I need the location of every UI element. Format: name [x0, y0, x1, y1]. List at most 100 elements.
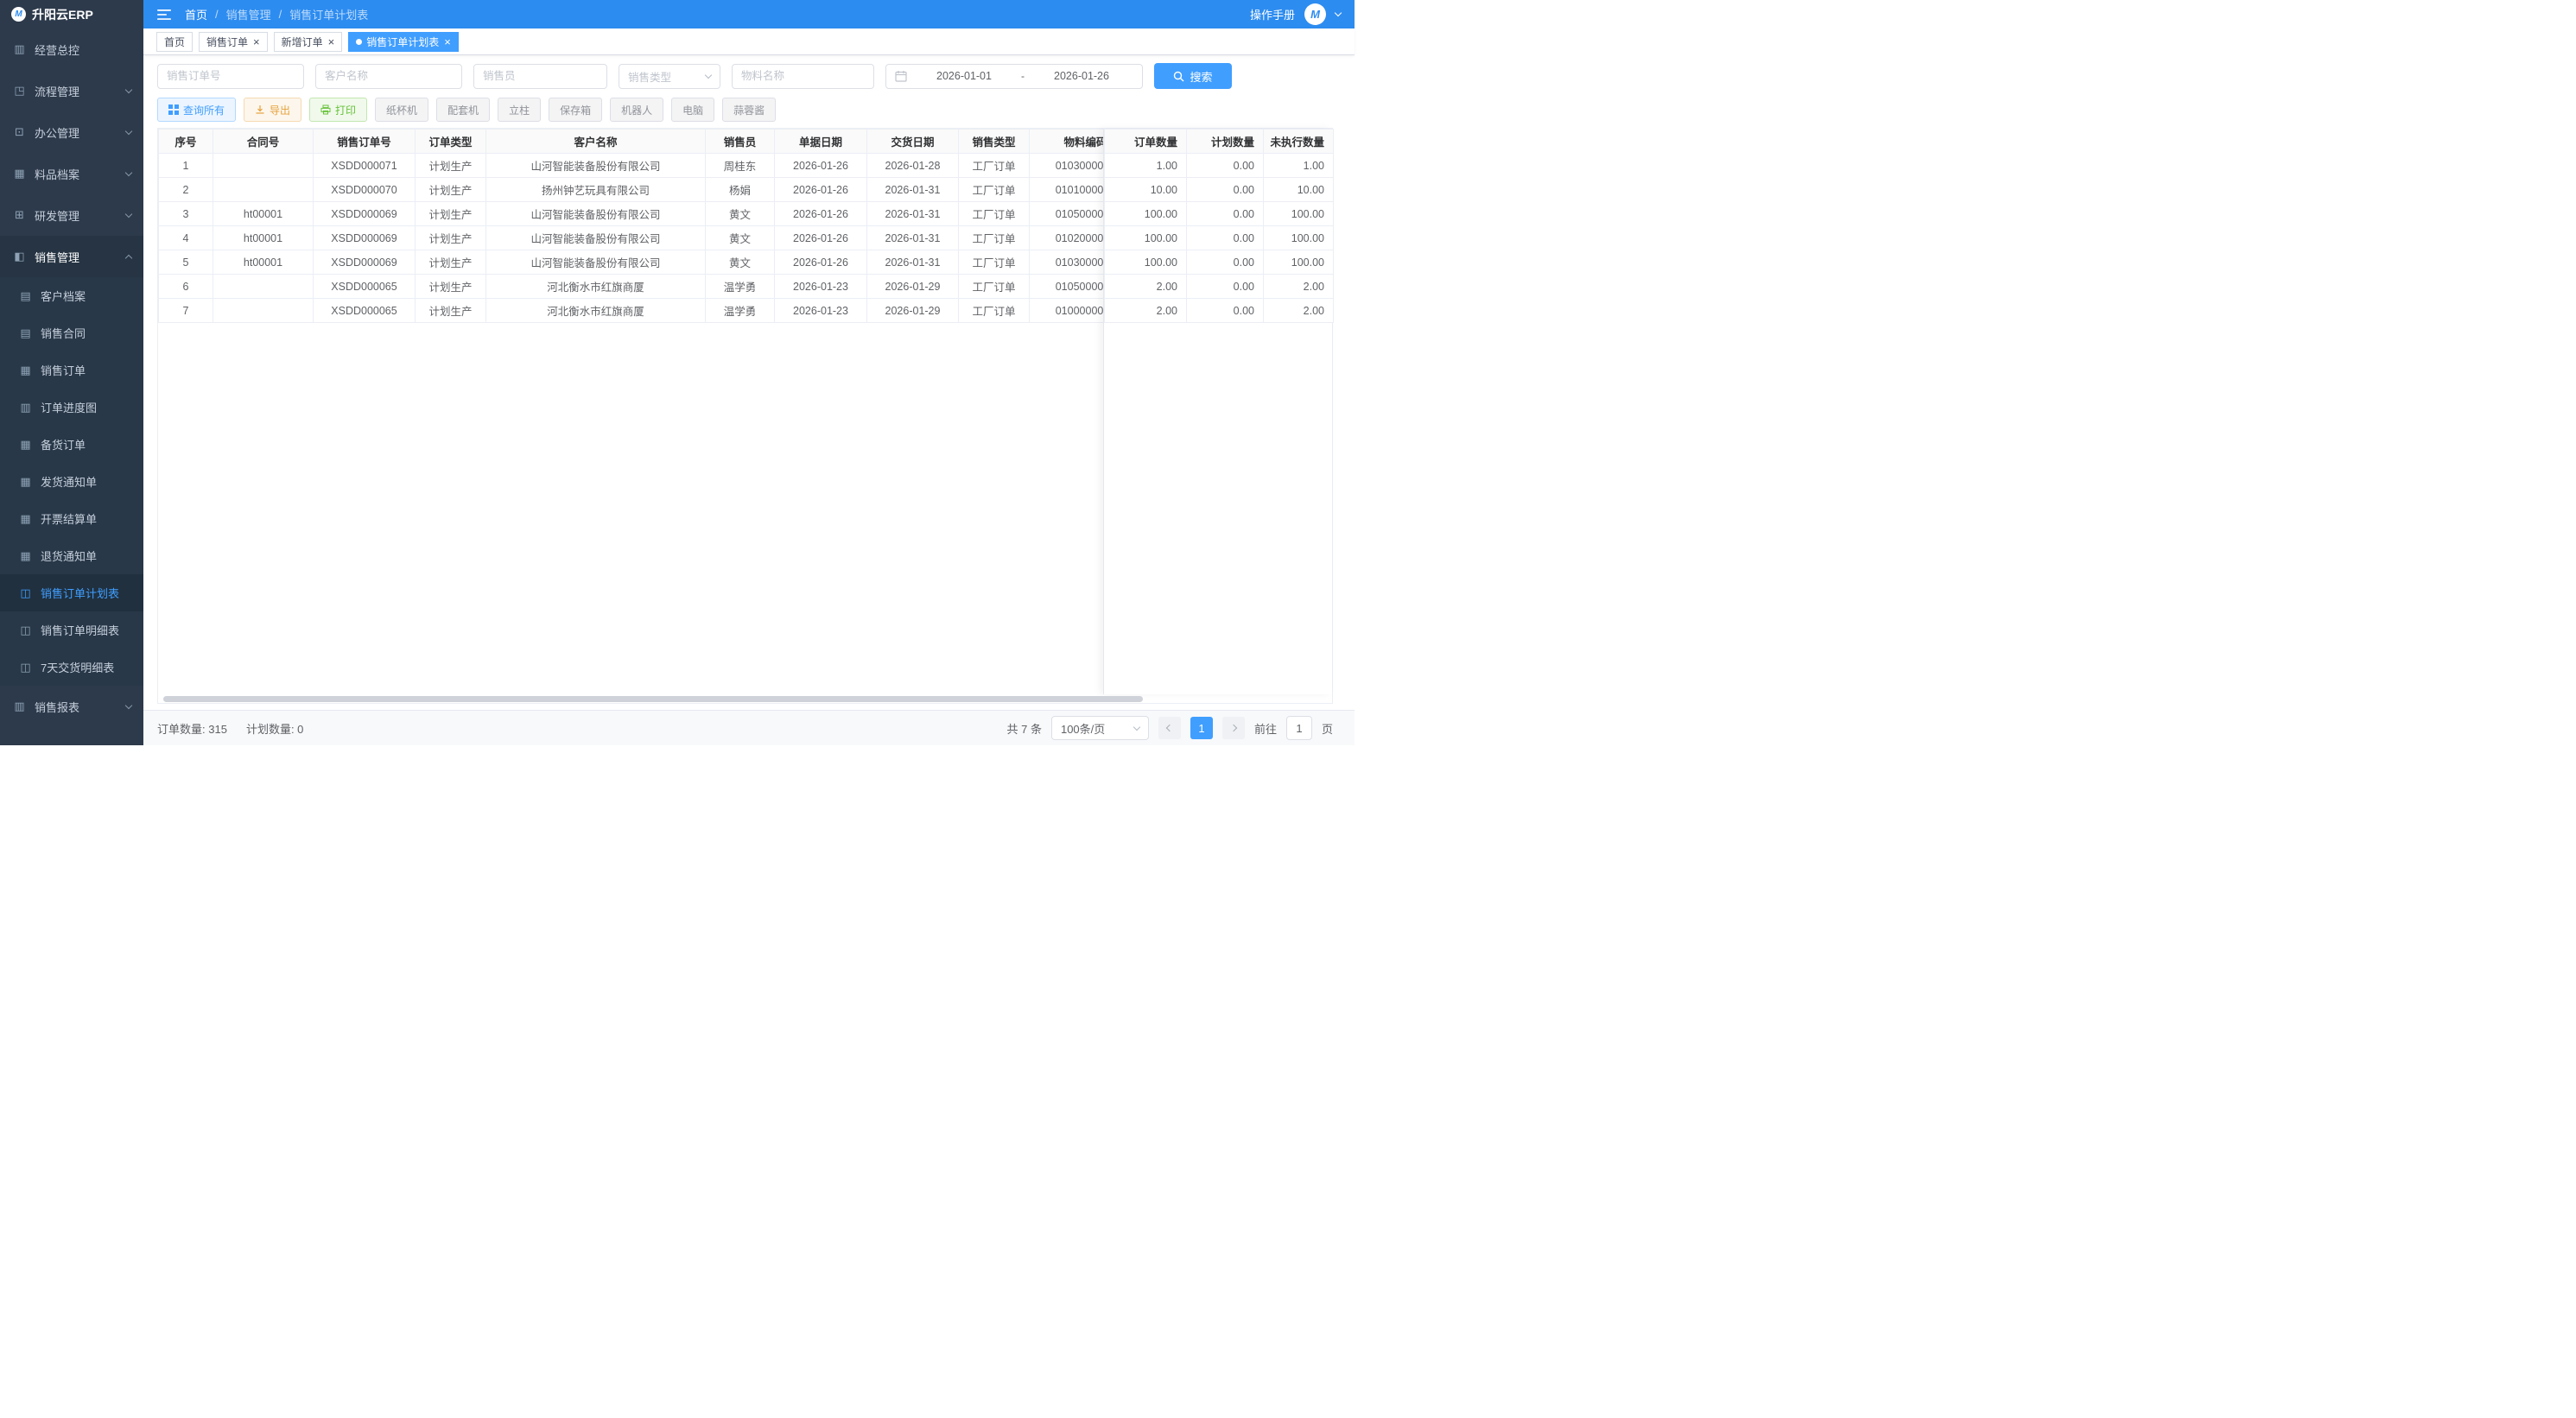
- breadcrumb-home[interactable]: 首页: [185, 6, 207, 22]
- cell-order-type: 计划生产: [416, 275, 486, 299]
- top-header: 首页 / 销售管理 / 销售订单计划表 操作手册 M: [143, 0, 1355, 28]
- tab-close-icon[interactable]: ×: [328, 36, 335, 47]
- manual-link[interactable]: 操作手册: [1250, 6, 1295, 22]
- bar-chart-icon: ▥: [12, 700, 27, 713]
- horizontal-scrollbar[interactable]: [163, 696, 1143, 702]
- user-avatar[interactable]: M: [1304, 3, 1326, 25]
- search-icon: [1173, 71, 1184, 82]
- sale-type-select[interactable]: 销售类型: [619, 64, 720, 89]
- sidebar-subitem[interactable]: ▤销售合同: [0, 314, 143, 351]
- chevron-down-icon: [125, 168, 132, 175]
- order-no-input[interactable]: [157, 64, 304, 89]
- sidebar: M 升阳云ERP ▥经营总控◳流程管理⊡办公管理▦料品档案⊞研发管理◧销售管理▤…: [0, 0, 143, 745]
- sidebar-subitem[interactable]: ▦备货订单: [0, 426, 143, 463]
- sidebar-item-label: 销售管理: [35, 249, 79, 265]
- table-row[interactable]: 3ht00001XSDD000069计划生产山河智能装备股份有限公司黄文2026…: [159, 202, 1142, 226]
- page-size-select[interactable]: 100条/页: [1051, 716, 1149, 740]
- cell-salesman: 杨娟: [706, 178, 775, 202]
- sidebar-subitem-label: 开票结算单: [41, 510, 97, 527]
- table-row[interactable]: 5ht00001XSDD000069计划生产山河智能装备股份有限公司黄文2026…: [159, 250, 1142, 275]
- page-number-button[interactable]: 1: [1190, 717, 1213, 739]
- date-separator: -: [1021, 70, 1025, 82]
- tab[interactable]: 首页: [156, 32, 193, 52]
- table-row[interactable]: 100.000.00100.00: [1105, 226, 1334, 250]
- column-header[interactable]: 销售订单号: [314, 130, 416, 154]
- date-range-picker[interactable]: 2026-01-01 - 2026-01-26: [885, 64, 1143, 89]
- cell-salesman: 温学勇: [706, 275, 775, 299]
- table-row[interactable]: 2.000.002.00: [1105, 275, 1334, 299]
- column-header[interactable]: 合同号: [213, 130, 314, 154]
- next-page-button[interactable]: [1222, 717, 1245, 739]
- product-filter-button[interactable]: 电脑: [671, 98, 714, 122]
- filter-bar: 销售类型 2026-01-01 - 2026-01-26 搜索: [143, 55, 1355, 94]
- product-filter-button[interactable]: 立柱: [498, 98, 541, 122]
- table-row[interactable]: 7XSDD000065计划生产河北衡水市红旗商厦温学勇2026-01-23202…: [159, 299, 1142, 323]
- tab-close-icon[interactable]: ×: [253, 36, 260, 47]
- sidebar-subitem[interactable]: ◫7天交货明细表: [0, 649, 143, 686]
- product-filter-button[interactable]: 纸杯机: [375, 98, 428, 122]
- active-tab-dot-icon: [356, 39, 362, 45]
- prev-page-button[interactable]: [1158, 717, 1181, 739]
- cell-customer: 山河智能装备股份有限公司: [486, 226, 706, 250]
- column-header[interactable]: 交货日期: [867, 130, 959, 154]
- sidebar-item-dashboard[interactable]: ▥经营总控: [0, 28, 143, 70]
- date-start-value[interactable]: 2026-01-01: [912, 70, 1016, 82]
- goto-page-input[interactable]: 1: [1286, 716, 1312, 740]
- column-header[interactable]: 未执行数量: [1264, 130, 1334, 154]
- table-row[interactable]: 2.000.002.00: [1105, 299, 1334, 323]
- product-filter-button[interactable]: 配套机: [436, 98, 490, 122]
- column-header[interactable]: 单据日期: [775, 130, 867, 154]
- sidebar-subitem[interactable]: ◫销售订单明细表: [0, 611, 143, 649]
- table-row[interactable]: 10.000.0010.00: [1105, 178, 1334, 202]
- tab[interactable]: 销售订单×: [199, 32, 268, 52]
- search-button[interactable]: 搜索: [1154, 63, 1232, 89]
- tab-close-icon[interactable]: ×: [444, 36, 451, 47]
- breadcrumb-item[interactable]: 销售管理: [226, 6, 271, 22]
- menu-toggle-icon[interactable]: [157, 9, 171, 21]
- column-header[interactable]: 销售类型: [959, 130, 1030, 154]
- sidebar-subitem[interactable]: ▦退货通知单: [0, 537, 143, 574]
- tab[interactable]: 销售订单计划表×: [348, 32, 459, 52]
- table-row[interactable]: 6XSDD000065计划生产河北衡水市红旗商厦温学勇2026-01-23202…: [159, 275, 1142, 299]
- product-filter-button[interactable]: 机器人: [610, 98, 663, 122]
- column-header[interactable]: 序号: [159, 130, 213, 154]
- sidebar-subitem[interactable]: ▤客户档案: [0, 277, 143, 314]
- table-row[interactable]: 4ht00001XSDD000069计划生产山河智能装备股份有限公司黄文2026…: [159, 226, 1142, 250]
- sidebar-subitem[interactable]: ▦发货通知单: [0, 463, 143, 500]
- tab[interactable]: 新增订单×: [274, 32, 343, 52]
- product-filter-button[interactable]: 保存箱: [549, 98, 602, 122]
- cell-contract: [213, 154, 314, 178]
- cell-order-qty: 2.00: [1105, 299, 1187, 323]
- chevron-right-icon: [1230, 725, 1237, 731]
- sidebar-subitem[interactable]: ▦销售订单: [0, 351, 143, 389]
- table-row[interactable]: 100.000.00100.00: [1105, 202, 1334, 226]
- sidebar-item-rnd[interactable]: ⊞研发管理: [0, 194, 143, 236]
- print-button[interactable]: 打印: [309, 98, 367, 122]
- product-filter-button[interactable]: 蒜蓉酱: [722, 98, 776, 122]
- customer-input[interactable]: [315, 64, 462, 89]
- sidebar-item-office[interactable]: ⊡办公管理: [0, 111, 143, 153]
- table-row[interactable]: 1XSDD000071计划生产山河智能装备股份有限公司周桂东2026-01-26…: [159, 154, 1142, 178]
- plan-qty-summary: 计划数量: 0: [246, 720, 303, 737]
- table-row[interactable]: 100.000.00100.00: [1105, 250, 1334, 275]
- sidebar-item-sales-report[interactable]: ▥销售报表: [0, 686, 143, 727]
- column-header[interactable]: 计划数量: [1187, 130, 1264, 154]
- table-row[interactable]: 1.000.001.00: [1105, 154, 1334, 178]
- export-button[interactable]: 导出: [244, 98, 301, 122]
- date-end-value[interactable]: 2026-01-26: [1030, 70, 1133, 82]
- sidebar-subitem[interactable]: ◫销售订单计划表: [0, 574, 143, 611]
- sidebar-subitem[interactable]: ▥订单进度图: [0, 389, 143, 426]
- user-menu-caret-icon[interactable]: [1335, 9, 1342, 16]
- salesman-input[interactable]: [473, 64, 607, 89]
- column-header[interactable]: 销售员: [706, 130, 775, 154]
- query-all-button[interactable]: 查询所有: [157, 98, 236, 122]
- sidebar-subitem[interactable]: ▦开票结算单: [0, 500, 143, 537]
- table-row[interactable]: 2XSDD000070计划生产扬州钟艺玩具有限公司杨娟2026-01-26202…: [159, 178, 1142, 202]
- material-input[interactable]: [732, 64, 874, 89]
- sidebar-item-materials[interactable]: ▦料品档案: [0, 153, 143, 194]
- column-header[interactable]: 订单数量: [1105, 130, 1187, 154]
- sidebar-item-sales[interactable]: ◧销售管理: [0, 236, 143, 277]
- column-header[interactable]: 客户名称: [486, 130, 706, 154]
- column-header[interactable]: 订单类型: [416, 130, 486, 154]
- sidebar-item-process[interactable]: ◳流程管理: [0, 70, 143, 111]
